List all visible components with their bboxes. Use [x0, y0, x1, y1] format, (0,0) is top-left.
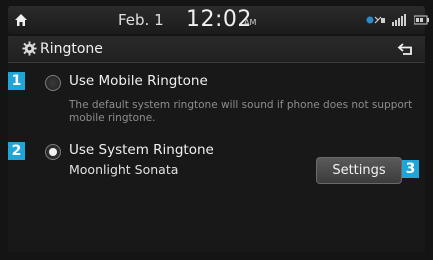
home-button[interactable]: [8, 6, 34, 34]
signal-strength-icon: [392, 14, 406, 26]
battery-icon: [414, 15, 429, 25]
page-title: Ringtone: [40, 41, 103, 57]
back-button[interactable]: [393, 40, 419, 58]
settings-marker-3: 3: [402, 160, 419, 178]
settings-button[interactable]: Settings: [316, 157, 402, 184]
radio-mobile-ringtone[interactable]: [45, 75, 61, 91]
header-bar: Ringtone: [8, 36, 425, 63]
option-marker-1: 1: [8, 72, 25, 90]
option-label: Use System Ringtone: [69, 142, 214, 158]
option-mobile-ringtone[interactable]: Use Mobile Ringtone: [45, 70, 415, 94]
back-arrow-icon: [397, 43, 412, 55]
status-icons: [366, 14, 430, 26]
home-icon: [15, 14, 27, 26]
option-marker-2: 2: [8, 142, 25, 160]
selected-ringtone-name: Moonlight Sonata: [69, 162, 179, 177]
option-description: The default system ringtone will sound i…: [69, 99, 413, 124]
gear-icon: [22, 41, 37, 56]
option-label: Use Mobile Ringtone: [69, 73, 208, 89]
clock-ampm: AM: [244, 18, 257, 27]
status-bar: Feb. 1 12:02 AM: [8, 6, 429, 34]
bluetooth-phone-icon: [366, 16, 385, 24]
date-label: Feb. 1: [118, 11, 164, 29]
option-system-ringtone[interactable]: Use System Ringtone: [45, 139, 305, 163]
radio-system-ringtone[interactable]: [45, 144, 61, 160]
clock-time: 12:02: [186, 7, 252, 32]
